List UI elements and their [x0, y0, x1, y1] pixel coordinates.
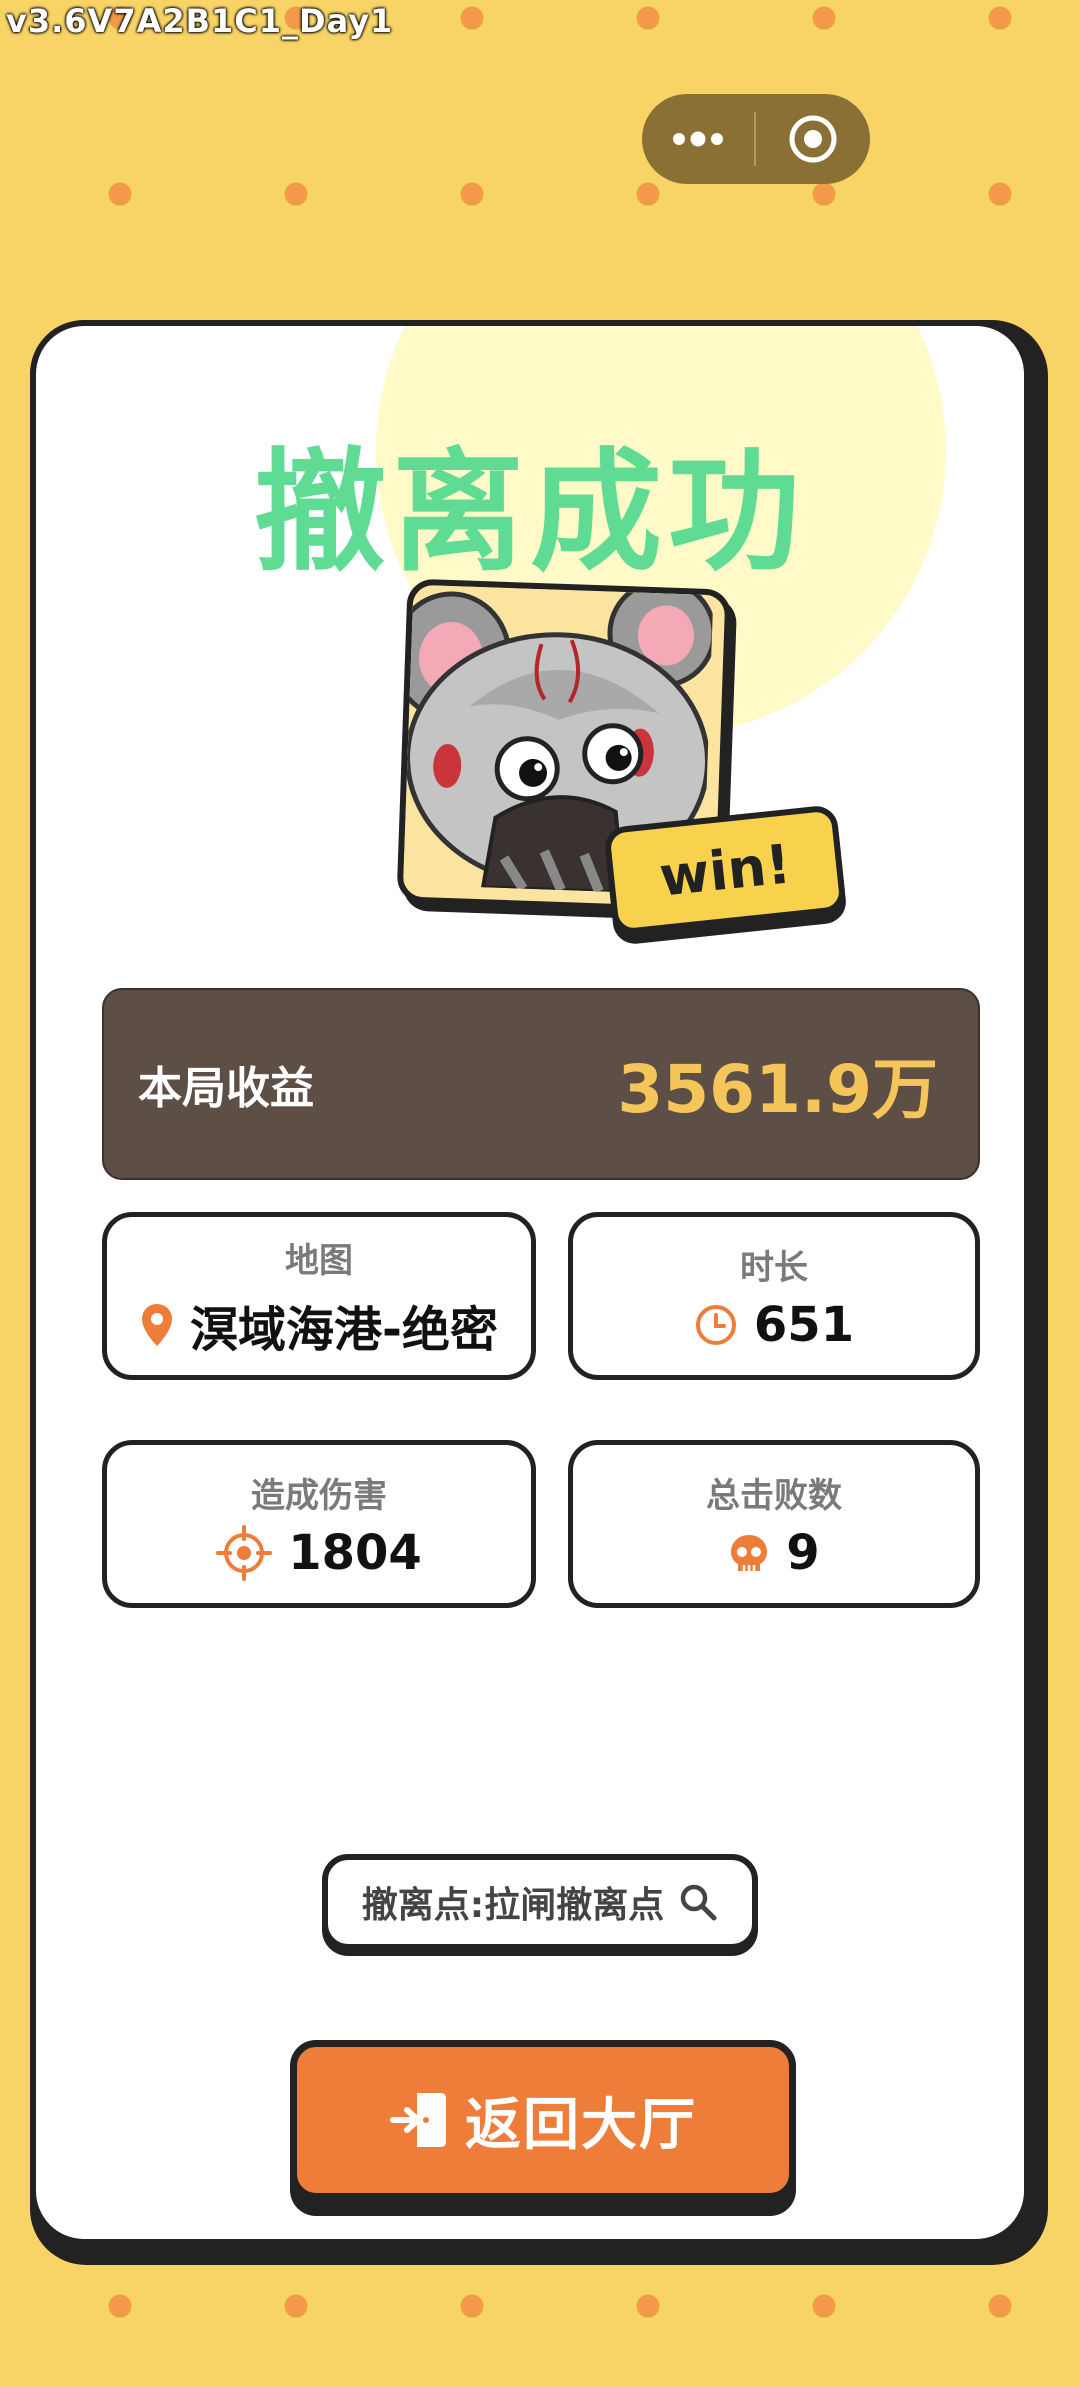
stat-kills-value: 9 — [786, 1524, 820, 1581]
more-button[interactable] — [642, 94, 754, 184]
skull-icon — [731, 1534, 768, 1571]
stat-damage-value: 1804 — [288, 1524, 422, 1581]
extraction-point-text: 撤离点:拉闸撤离点 — [361, 1885, 665, 1926]
extraction-point-button[interactable]: 撤离点:拉闸撤离点 — [322, 1854, 758, 1950]
stat-map-value: 溟域海港-绝密 — [190, 1301, 498, 1358]
clock-icon — [695, 1304, 736, 1345]
location-pin-icon — [142, 1303, 173, 1346]
stat-damage-label: 造成伤害 — [251, 1475, 387, 1516]
earnings-value: 3561.9万 — [617, 1051, 938, 1128]
target-circle-icon — [789, 115, 837, 163]
close-mini-program-button[interactable] — [756, 94, 870, 184]
stat-card-duration: 时长 651 — [568, 1212, 980, 1380]
crosshair-icon — [216, 1524, 273, 1581]
earnings-label: 本局收益 — [138, 1063, 314, 1114]
stat-duration-label: 时长 — [740, 1247, 808, 1288]
mini-program-capsule — [642, 94, 870, 184]
stat-map-label: 地图 — [285, 1240, 353, 1281]
stat-duration-value: 651 — [753, 1296, 855, 1353]
win-badge: win! — [602, 804, 848, 936]
stat-card-kills: 总击败数 9 — [568, 1440, 980, 1608]
result-title: 撤离成功 — [254, 436, 806, 590]
exit-door-icon — [390, 2093, 446, 2147]
stat-card-damage: 造成伤害 1804 — [102, 1440, 536, 1608]
stat-card-map: 地图 溟域海港-绝密 — [102, 1212, 536, 1380]
return-lobby-button[interactable]: 返回大厅 — [290, 2040, 796, 2200]
more-dots-icon — [673, 131, 723, 147]
return-lobby-label: 返回大厅 — [465, 2092, 697, 2158]
version-label: v3.6V7A2B1C1_Day1 — [6, 2, 394, 40]
search-icon — [680, 1884, 717, 1921]
result-card: 撤离成功 win! 本局收益 3561.9万 地图 溟域海港-绝密 时长 651… — [30, 320, 1030, 2245]
earnings-panel: 本局收益 3561.9万 — [102, 988, 980, 1180]
stat-kills-label: 总击败数 — [706, 1475, 842, 1516]
